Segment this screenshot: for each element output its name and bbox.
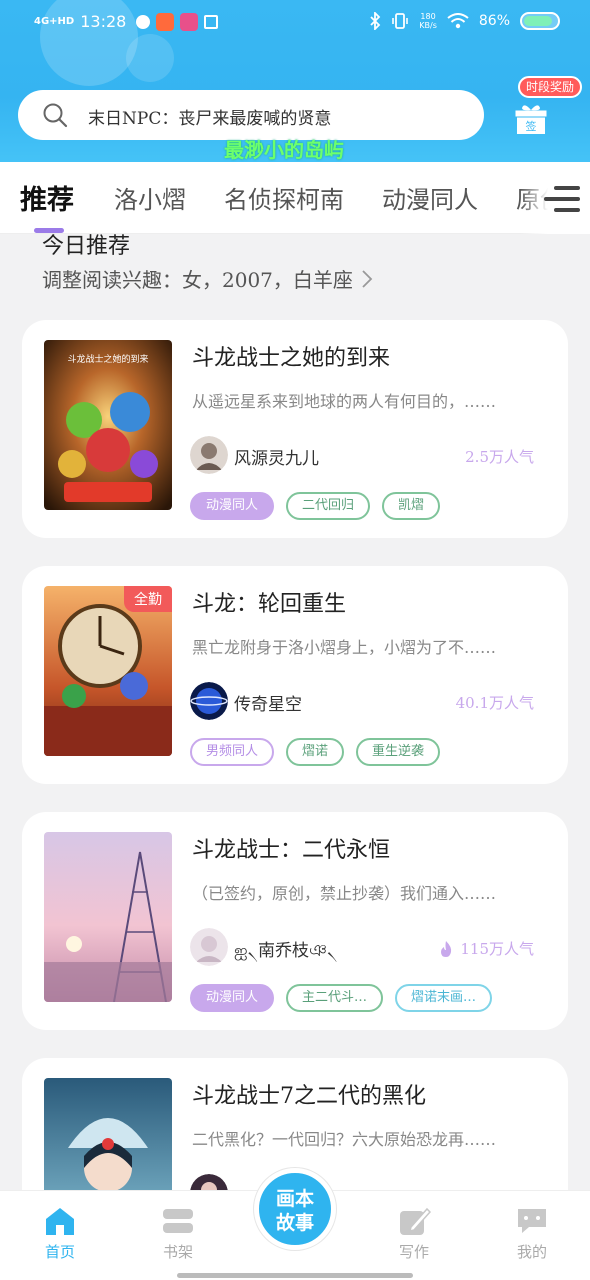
search-bar[interactable]: 末日NPC：丧尸来最废喊的贤意: [18, 90, 484, 140]
usb-icon: [204, 14, 219, 29]
tag-list: 男频同人 熠诺 重生逆袭: [190, 738, 441, 766]
book-title: 斗龙战士7之二代的黑化: [192, 1084, 426, 1109]
reading-interest-link[interactable]: 调整阅读兴趣：女，2007，白羊座: [42, 264, 373, 293]
home-icon: [46, 1208, 74, 1235]
bluetooth-icon: [370, 12, 381, 30]
battery-icon: [520, 12, 560, 30]
bookshelf-icon: [163, 1209, 193, 1233]
status-time: 13:28: [80, 12, 127, 31]
tag[interactable]: 动漫同人: [190, 984, 275, 1012]
author-avatar: [190, 928, 228, 966]
category-tabs: 推荐 洛小熠 名侦探柯南 动漫同人 原创: [0, 162, 590, 234]
popularity-count: 40.1万人气: [455, 694, 534, 712]
story-create-button[interactable]: 画本 故事: [254, 1168, 336, 1250]
nav-home[interactable]: 首页: [20, 1205, 100, 1262]
tag[interactable]: 二代回归: [286, 492, 371, 520]
book-card[interactable]: 斗龙战士：二代永恒 （已签约，原创，禁止抄袭）我们通入…… ஐ৲南乔枝ঞ৲ 11…: [22, 812, 568, 1030]
nav-bookshelf[interactable]: 书架: [138, 1205, 218, 1262]
author-avatar: [190, 436, 228, 474]
popularity-count: 115万人气: [438, 938, 534, 959]
tag[interactable]: 动漫同人: [190, 492, 275, 520]
header: 4G+HD 13:28 180 KB/s 86% 末日NPC：丧尸来最废喊的贤意…: [0, 0, 590, 162]
tag[interactable]: 男频同人: [190, 738, 275, 766]
book-cover: 斗龙战士之她的到来: [44, 340, 172, 510]
fire-icon: [441, 940, 452, 957]
book-description: （已签约，原创，禁止抄袭）我们通入……: [192, 884, 497, 903]
net-speed: 180 KB/s: [419, 12, 437, 30]
app-notification-icon: [156, 12, 175, 31]
network-indicator: 4G+HD: [34, 15, 75, 27]
search-icon: [43, 103, 68, 128]
tab-luo-xiaoyi[interactable]: 洛小熠: [114, 180, 186, 215]
profile-chat-icon: [518, 1209, 546, 1233]
home-indicator[interactable]: [177, 1273, 413, 1278]
book-title: 斗龙战士之她的到来: [192, 346, 391, 371]
tag-list: 动漫同人 二代回归 凯熠: [190, 492, 441, 520]
tag[interactable]: 重生逆袭: [356, 738, 441, 766]
menu-icon[interactable]: [544, 184, 580, 214]
author-avatar: [190, 682, 228, 720]
battery-percent: 86%: [478, 13, 510, 29]
signin-button[interactable]: 时段奖励 签: [508, 76, 583, 146]
write-icon: [400, 1207, 431, 1235]
nav-write[interactable]: 写作: [374, 1205, 454, 1262]
book-title: 斗龙：轮回重生: [192, 592, 347, 617]
tag[interactable]: 主二代斗…: [286, 984, 384, 1012]
tab-recommend[interactable]: 推荐: [20, 178, 74, 217]
book-card[interactable]: 全勤 斗龙：轮回重生 黑亡龙附身于洛小熠身上，小熠为了不…… 传奇星空 40.1…: [22, 566, 568, 784]
book-description: 从遥远星系来到地球的两人有何目的，……: [192, 392, 497, 411]
author-name: ஐ৲南乔枝ঞ৲: [234, 941, 338, 961]
tag[interactable]: 凯熠: [382, 492, 441, 520]
search-overlay-text: 最渺小的岛屿: [224, 138, 344, 162]
app-notification-icon: [180, 12, 199, 31]
book-title: 斗龙战士：二代永恒: [192, 838, 391, 863]
cover-badge: 全勤: [124, 586, 172, 612]
search-placeholder: 末日NPC：丧尸来最废喊的贤意: [88, 109, 332, 129]
book-description: 二代黑化？一代回归？六大原始恐龙再……: [192, 1130, 497, 1149]
popularity-count: 2.5万人气: [465, 448, 534, 466]
tag[interactable]: 熠诺: [286, 738, 345, 766]
author-name: 传奇星空: [234, 695, 302, 715]
author-name: 风源灵九儿: [234, 449, 319, 469]
chevron-right-icon: [362, 269, 373, 288]
tag[interactable]: 熠诺末画…: [395, 984, 493, 1012]
book-card[interactable]: 斗龙战士之她的到来 斗龙战士之她的到来 从遥远星系来到地球的两人有何目的，…… …: [22, 320, 568, 538]
tag-list: 动漫同人 主二代斗… 熠诺末画…: [190, 984, 493, 1012]
svg-text:签: 签: [526, 119, 537, 133]
book-description: 黑亡龙附身于洛小熠身上，小熠为了不……: [192, 638, 497, 657]
nav-mine[interactable]: 我的: [492, 1205, 572, 1262]
status-bar: 4G+HD 13:28 180 KB/s 86%: [0, 0, 590, 44]
notification-icon: [136, 14, 151, 29]
wifi-icon: [447, 13, 469, 29]
active-tab-indicator: [34, 228, 64, 233]
svg-text:斗龙战士之她的到来: 斗龙战士之她的到来: [67, 353, 148, 365]
reward-badge: 时段奖励: [518, 76, 583, 98]
tab-conan[interactable]: 名侦探柯南: [224, 180, 344, 215]
vibrate-icon: [392, 13, 409, 29]
tab-anime-fanfic[interactable]: 动漫同人: [382, 180, 478, 215]
gift-icon: 签: [514, 105, 548, 134]
book-cover: 全勤: [44, 586, 172, 756]
book-cover: [44, 832, 172, 1002]
